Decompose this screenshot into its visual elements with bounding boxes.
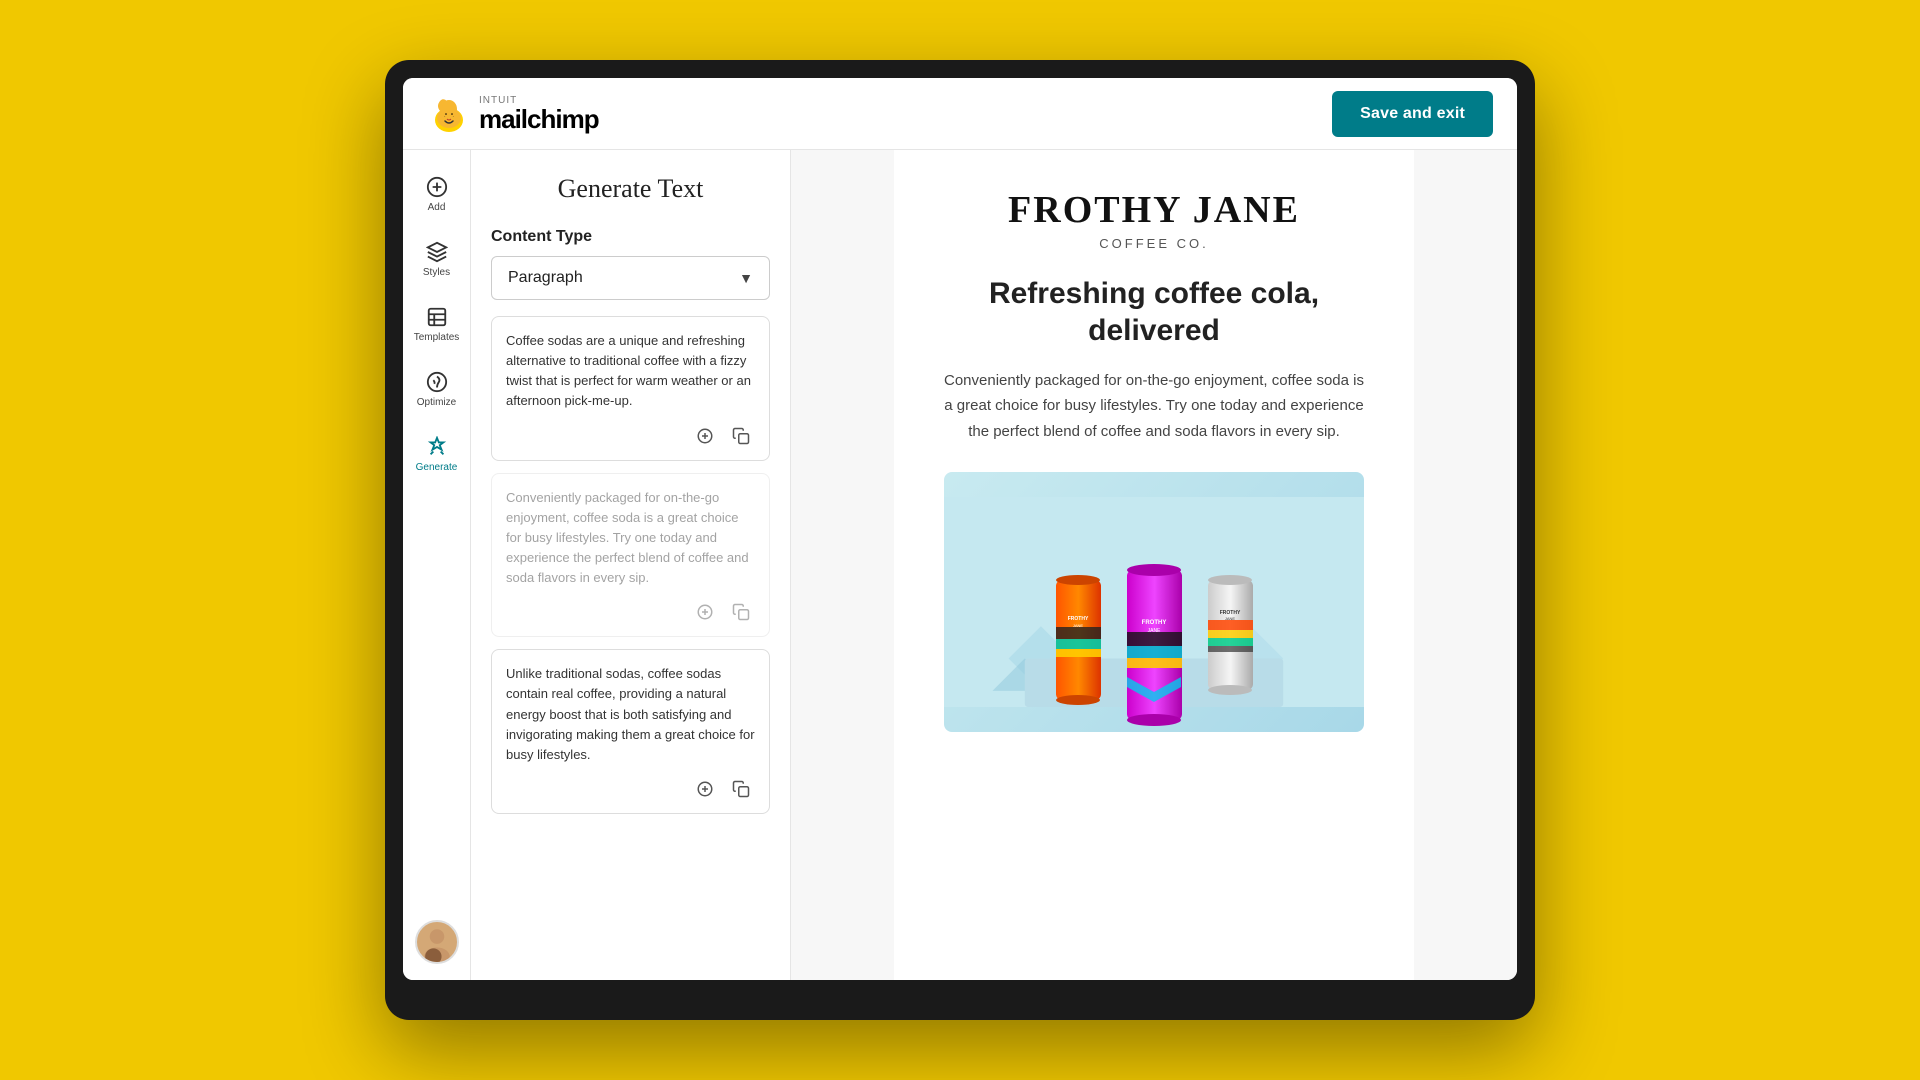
header: INTUIT mailchimp Save and exit <box>403 78 1517 150</box>
sidebar-item-templates[interactable]: Templates <box>409 296 465 353</box>
laptop-notch <box>890 60 1030 78</box>
mailchimp-logo-icon <box>427 92 471 136</box>
pink-can: FROTHY JANE <box>1122 562 1187 727</box>
card-2-copy-button[interactable] <box>727 598 755 626</box>
add-circle-icon <box>696 427 714 445</box>
sidebar-item-styles-label: Styles <box>423 267 450 278</box>
sidebar-item-optimize-label: Optimize <box>417 397 456 408</box>
add-icon <box>426 176 448 198</box>
add-circle-icon <box>696 603 714 621</box>
svg-text:JANE: JANE <box>1224 616 1235 621</box>
sidebar-item-generate-label: Generate <box>416 462 458 473</box>
sidebar-item-add-label: Add <box>428 202 446 213</box>
text-card-3: Unlike traditional sodas, coffee sodas c… <box>491 649 770 814</box>
text-card-1-content: Coffee sodas are a unique and refreshing… <box>506 331 755 412</box>
dropdown-value: Paragraph <box>508 269 583 287</box>
copy-icon <box>732 427 750 445</box>
templates-icon <box>426 306 448 328</box>
sidebar-avatar[interactable] <box>415 920 459 964</box>
content-type-dropdown[interactable]: Paragraph ▼ <box>491 256 770 300</box>
text-card-2: Conveniently packaged for on-the-go enjo… <box>491 473 770 638</box>
generate-panel: Generate Text Content Type Paragraph ▼ C… <box>471 150 791 980</box>
icon-sidebar: Add Styles <box>403 150 471 980</box>
text-card-2-content: Conveniently packaged for on-the-go enjo… <box>506 488 755 589</box>
save-exit-button[interactable]: Save and exit <box>1332 91 1493 137</box>
preview-area: FROTHY JANE COFFEE CO. Refreshing coffee… <box>791 150 1517 980</box>
sidebar-item-templates-label: Templates <box>414 332 460 343</box>
svg-text:JANE: JANE <box>1147 628 1160 634</box>
cans-container: FROTHY JANE <box>944 472 1364 732</box>
card-1-add-button[interactable] <box>691 422 719 450</box>
svg-text:FROTHY: FROTHY <box>1141 620 1166 626</box>
copy-icon <box>732 780 750 798</box>
brand-name: FROTHY JANE <box>944 190 1364 232</box>
card-3-copy-button[interactable] <box>727 775 755 803</box>
card-1-copy-button[interactable] <box>727 422 755 450</box>
sidebar-item-generate[interactable]: Generate <box>409 426 465 483</box>
copy-icon <box>732 603 750 621</box>
text-card-3-actions <box>506 775 755 803</box>
laptop-screen: INTUIT mailchimp Save and exit Add <box>403 78 1517 980</box>
white-can: FROTHY JANE <box>1203 572 1258 697</box>
avatar-svg <box>417 922 457 962</box>
generate-icon <box>426 436 448 458</box>
email-body: Conveniently packaged for on-the-go enjo… <box>944 368 1364 445</box>
sidebar-item-optimize[interactable]: Optimize <box>409 361 465 418</box>
logo-mailchimp-label: mailchimp <box>479 106 599 132</box>
avatar-image <box>415 920 459 964</box>
card-3-add-button[interactable] <box>691 775 719 803</box>
text-card-2-actions <box>506 598 755 626</box>
text-card-1-actions <box>506 422 755 450</box>
email-headline: Refreshing coffee cola, delivered <box>944 275 1364 350</box>
product-image-area: FROTHY JANE <box>944 472 1364 732</box>
add-circle-icon <box>696 780 714 798</box>
orange-can: FROTHY JANE <box>1051 572 1106 707</box>
text-card-3-content: Unlike traditional sodas, coffee sodas c… <box>506 664 755 765</box>
main-content: Add Styles <box>403 150 1517 980</box>
content-type-label: Content Type <box>491 228 770 246</box>
svg-text:FROTHY: FROTHY <box>1067 616 1088 622</box>
optimize-icon <box>426 371 448 393</box>
email-preview: FROTHY JANE COFFEE CO. Refreshing coffee… <box>894 150 1414 980</box>
logo-area: INTUIT mailchimp <box>427 92 599 136</box>
card-2-add-button[interactable] <box>691 598 719 626</box>
laptop-frame: INTUIT mailchimp Save and exit Add <box>385 60 1535 1020</box>
text-card-1: Coffee sodas are a unique and refreshing… <box>491 316 770 461</box>
logo-text: INTUIT mailchimp <box>479 96 599 132</box>
sidebar-item-add[interactable]: Add <box>409 166 465 223</box>
svg-text:JANE: JANE <box>1072 623 1083 628</box>
sidebar-item-styles[interactable]: Styles <box>409 231 465 288</box>
brand-sub: COFFEE CO. <box>944 236 1364 251</box>
chevron-down-icon: ▼ <box>739 270 753 286</box>
styles-icon <box>426 241 448 263</box>
panel-title: Generate Text <box>491 174 770 204</box>
